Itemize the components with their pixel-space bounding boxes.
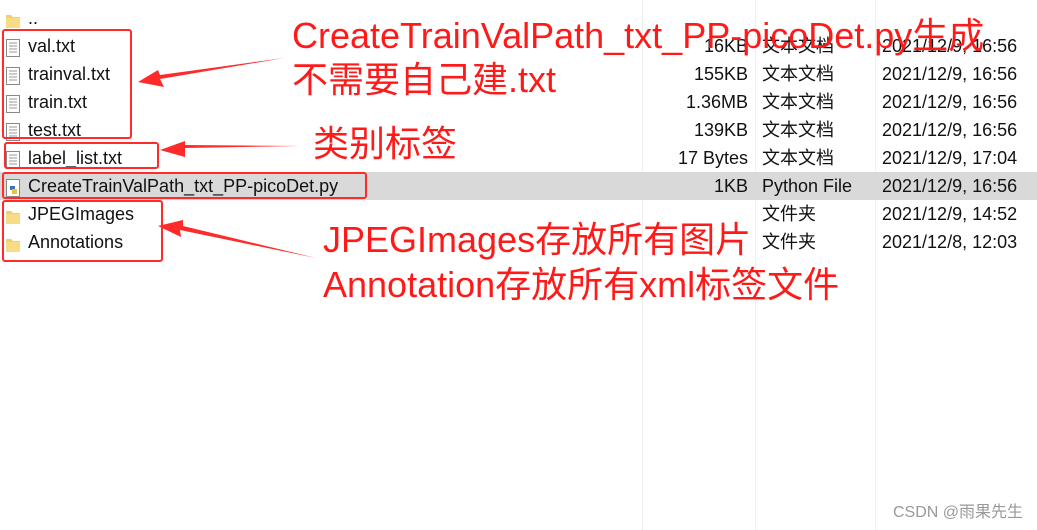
annotation-jpegimages: JPEGImages存放所有图片 [323,219,752,260]
arrow-1 [138,58,284,87]
annotation-no-need-create: 不需要自己建.txt [292,59,557,100]
annotation-annotations: Annotation存放所有xml标签文件 [323,264,840,305]
annotation-generated-files: CreateTrainValPath_txt_PP-picoDet.py生成 [292,15,985,56]
watermark: CSDN @雨果先生 [892,504,1023,521]
annotation-class-labels: 类别标签 [313,123,458,164]
arrow-3 [158,220,316,258]
arrow-2 [160,141,300,157]
